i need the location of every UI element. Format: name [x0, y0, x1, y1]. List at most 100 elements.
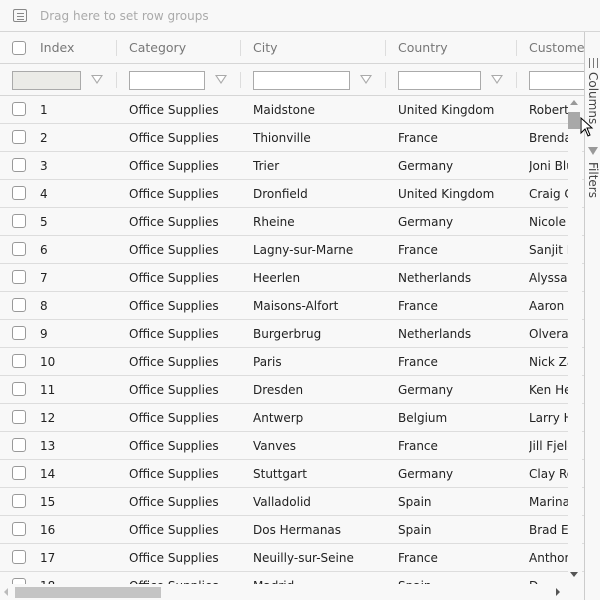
- cell-city: Paris: [253, 354, 282, 369]
- cell-city: Antwerp: [253, 410, 304, 425]
- table-row[interactable]: 16 Office Supplies Dos Hermanas Spain Brad E…: [0, 516, 584, 544]
- table-row[interactable]: 13 Office Supplies Vanves France Jill Fjeld: [0, 432, 584, 460]
- row-checkbox[interactable]: [12, 186, 26, 200]
- select-all-checkbox[interactable]: [12, 41, 26, 55]
- cell-index: 12: [40, 410, 56, 425]
- row-checkbox[interactable]: [12, 270, 26, 284]
- filter-icon[interactable]: [91, 75, 103, 84]
- filters-panel-tab[interactable]: Filters: [586, 162, 600, 198]
- cell-country: Belgium: [398, 410, 448, 425]
- horizontal-scroll-thumb[interactable]: [15, 587, 161, 598]
- row-checkbox[interactable]: [12, 242, 26, 256]
- column-resize-handle[interactable]: [116, 40, 117, 56]
- table-row[interactable]: 4 Office Supplies Dronfield United Kingdom C…: [0, 180, 584, 208]
- divider: [516, 72, 517, 88]
- customer-filter-input[interactable]: [529, 71, 584, 90]
- cell-category: Office Supplies: [129, 214, 219, 229]
- row-checkbox[interactable]: [12, 102, 26, 116]
- cell-category: Office Supplies: [129, 242, 219, 257]
- table-row[interactable]: 7 Office Supplies Heerlen Netherlands Alyssa…: [0, 264, 584, 292]
- cell-city: Dos Hermanas: [253, 522, 342, 537]
- vertical-scroll-thumb[interactable]: [568, 112, 580, 129]
- column-header-city[interactable]: City: [253, 32, 383, 63]
- cell-country: France: [398, 130, 438, 145]
- index-filter-input[interactable]: [12, 71, 81, 90]
- row-checkbox[interactable]: [12, 438, 26, 452]
- table-row[interactable]: 9 Office Supplies Burgerbrug Netherlands Olv…: [0, 320, 584, 348]
- row-checkbox[interactable]: [12, 382, 26, 396]
- table-row[interactable]: 12 Office Supplies Antwerp Belgium Larry H: [0, 404, 584, 432]
- column-resize-handle[interactable]: [516, 40, 517, 56]
- filter-icon[interactable]: [360, 75, 372, 84]
- country-filter-input[interactable]: [398, 71, 481, 90]
- cell-customer: Larry H: [529, 410, 568, 425]
- column-resize-handle[interactable]: [240, 40, 241, 56]
- cell-index: 1: [40, 102, 48, 117]
- cell-country: Spain: [398, 522, 432, 537]
- cell-category: Office Supplies: [129, 130, 219, 145]
- column-header-index[interactable]: Index: [40, 32, 115, 63]
- cell-customer: Nicole: [529, 214, 566, 229]
- cell-customer: Anthon: [529, 550, 568, 565]
- table-row[interactable]: 1 Office Supplies Maidstone United Kingdom R…: [0, 96, 584, 124]
- cell-country: France: [398, 242, 438, 257]
- cell-customer: Brad Ea: [529, 522, 568, 537]
- column-header-customer[interactable]: Customer: [529, 32, 584, 63]
- header-row: Index Category City Country Customer: [0, 32, 584, 64]
- table-row[interactable]: 10 Office Supplies Paris France Nick Za: [0, 348, 584, 376]
- cell-category: Office Supplies: [129, 270, 219, 285]
- row-checkbox[interactable]: [12, 410, 26, 424]
- category-filter-input[interactable]: [129, 71, 205, 90]
- cell-category: Office Supplies: [129, 326, 219, 341]
- cell-index: 15: [40, 494, 56, 509]
- row-checkbox[interactable]: [12, 522, 26, 536]
- cell-customer: Ken He: [529, 382, 568, 397]
- filter-row: [0, 64, 584, 96]
- table-row[interactable]: 2 Office Supplies Thionville France Brenda: [0, 124, 584, 152]
- row-checkbox[interactable]: [12, 354, 26, 368]
- city-filter-input[interactable]: [253, 71, 350, 90]
- row-checkbox[interactable]: [12, 214, 26, 228]
- row-checkbox[interactable]: [12, 298, 26, 312]
- vertical-scrollbar[interactable]: [568, 96, 582, 586]
- table-row[interactable]: 8 Office Supplies Maisons-Alfort France Aaro…: [0, 292, 584, 320]
- table-row[interactable]: 14 Office Supplies Stuttgart Germany Clay Ro: [0, 460, 584, 488]
- cell-country: Netherlands: [398, 326, 472, 341]
- row-checkbox[interactable]: [12, 550, 26, 564]
- cell-category: Office Supplies: [129, 410, 219, 425]
- table-row[interactable]: 3 Office Supplies Trier Germany Joni Blu: [0, 152, 584, 180]
- cell-category: Office Supplies: [129, 102, 219, 117]
- scroll-up-icon[interactable]: [570, 100, 578, 105]
- table-row[interactable]: 5 Office Supplies Rheine Germany Nicole: [0, 208, 584, 236]
- row-group-icon: [13, 9, 27, 22]
- table-row[interactable]: 6 Office Supplies Lagny-sur-Marne France San…: [0, 236, 584, 264]
- cell-category: Office Supplies: [129, 186, 219, 201]
- row-checkbox[interactable]: [12, 326, 26, 340]
- row-checkbox[interactable]: [12, 494, 26, 508]
- cell-category: Office Supplies: [129, 298, 219, 313]
- cell-index: 2: [40, 130, 48, 145]
- cell-city: Lagny-sur-Marne: [253, 242, 354, 257]
- table-row[interactable]: 17 Office Supplies Neuilly-sur-Seine France…: [0, 544, 584, 572]
- cell-category: Office Supplies: [129, 466, 219, 481]
- cell-index: 7: [40, 270, 48, 285]
- scroll-left-icon[interactable]: [4, 588, 8, 596]
- row-group-bar[interactable]: Drag here to set row groups: [0, 0, 600, 32]
- cell-country: France: [398, 354, 438, 369]
- filter-icon[interactable]: [215, 75, 227, 84]
- row-checkbox[interactable]: [12, 466, 26, 480]
- scroll-right-icon[interactable]: [556, 588, 560, 596]
- column-resize-handle[interactable]: [385, 40, 386, 56]
- cell-country: Germany: [398, 382, 454, 397]
- filter-icon[interactable]: [491, 75, 503, 84]
- row-checkbox[interactable]: [12, 130, 26, 144]
- scroll-down-icon[interactable]: [570, 572, 578, 577]
- column-header-category[interactable]: Category: [129, 32, 239, 63]
- row-checkbox[interactable]: [12, 158, 26, 172]
- table-row[interactable]: 11 Office Supplies Dresden Germany Ken He: [0, 376, 584, 404]
- column-header-country[interactable]: Country: [398, 32, 516, 63]
- cell-country: France: [398, 550, 438, 565]
- table-row[interactable]: 15 Office Supplies Valladolid Spain Marina: [0, 488, 584, 516]
- horizontal-scrollbar[interactable]: [0, 584, 584, 600]
- cell-country: Spain: [398, 494, 432, 509]
